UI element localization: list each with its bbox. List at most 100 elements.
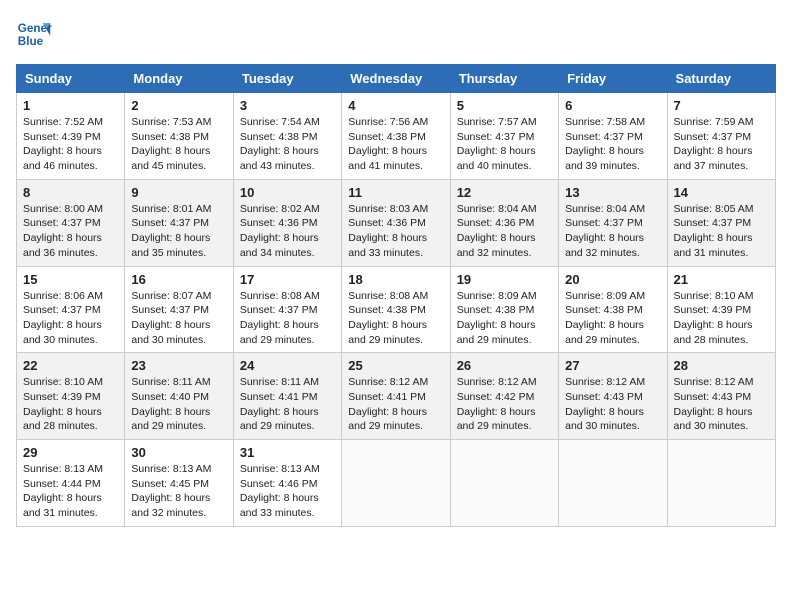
day-info: Sunrise: 8:13 AMSunset: 4:44 PMDaylight:…: [23, 462, 118, 521]
day-info: Sunrise: 8:06 AMSunset: 4:37 PMDaylight:…: [23, 289, 118, 348]
day-info: Sunrise: 8:08 AMSunset: 4:38 PMDaylight:…: [348, 289, 443, 348]
col-header-saturday: Saturday: [667, 65, 775, 93]
day-number: 13: [565, 185, 660, 200]
day-info: Sunrise: 7:59 AMSunset: 4:37 PMDaylight:…: [674, 115, 769, 174]
col-header-friday: Friday: [559, 65, 667, 93]
day-cell-27: 27Sunrise: 8:12 AMSunset: 4:43 PMDayligh…: [559, 353, 667, 440]
day-cell-23: 23 Sunrise: 8:11 AMSunset: 4:40 PMDayligh…: [125, 353, 233, 440]
day-info: Sunrise: 7:52 AMSunset: 4:39 PMDaylight:…: [23, 115, 118, 174]
day-cell-9: 9 Sunrise: 8:01 AMSunset: 4:37 PMDaylight…: [125, 179, 233, 266]
day-cell-28: 28 Sunrise: 8:12 AMSunset: 4:43 PMDayligh…: [667, 353, 775, 440]
day-info: Sunrise: 8:11 AMSunset: 4:40 PMDaylight:…: [131, 375, 226, 434]
day-cell-30: 30 Sunrise: 8:13 AMSunset: 4:45 PMDayligh…: [125, 440, 233, 527]
day-info: Sunrise: 8:04 AMSunset: 4:36 PMDaylight:…: [457, 202, 552, 261]
day-info: Sunrise: 8:13 AMSunset: 4:46 PMDaylight:…: [240, 462, 335, 521]
day-info: Sunrise: 7:53 AMSunset: 4:38 PMDaylight:…: [131, 115, 226, 174]
day-cell-10: 10 Sunrise: 8:02 AMSunset: 4:36 PMDayligh…: [233, 179, 341, 266]
day-cell-22: 22Sunrise: 8:10 AMSunset: 4:39 PMDayligh…: [17, 353, 125, 440]
day-number: 2: [131, 98, 226, 113]
day-number: 8: [23, 185, 118, 200]
day-cell-17: 17 Sunrise: 8:08 AMSunset: 4:37 PMDayligh…: [233, 266, 341, 353]
day-number: 29: [23, 445, 118, 460]
day-cell-16: 16Sunrise: 8:07 AMSunset: 4:37 PMDayligh…: [125, 266, 233, 353]
calendar-week-4: 22Sunrise: 8:10 AMSunset: 4:39 PMDayligh…: [17, 353, 776, 440]
day-cell-13: 13 Sunrise: 8:04 AMSunset: 4:37 PMDayligh…: [559, 179, 667, 266]
day-number: 4: [348, 98, 443, 113]
day-number: 5: [457, 98, 552, 113]
col-header-wednesday: Wednesday: [342, 65, 450, 93]
day-cell-21: 21 Sunrise: 8:10 AMSunset: 4:39 PMDayligh…: [667, 266, 775, 353]
calendar-week-1: 1 Sunrise: 7:52 AMSunset: 4:39 PMDaylight…: [17, 93, 776, 180]
col-header-sunday: Sunday: [17, 65, 125, 93]
day-info: Sunrise: 8:04 AMSunset: 4:37 PMDaylight:…: [565, 202, 660, 261]
day-info: Sunrise: 8:11 AMSunset: 4:41 PMDaylight:…: [240, 375, 335, 434]
day-number: 15: [23, 272, 118, 287]
day-info: Sunrise: 8:13 AMSunset: 4:45 PMDaylight:…: [131, 462, 226, 521]
day-number: 26: [457, 358, 552, 373]
day-cell-19: 19Sunrise: 8:09 AMSunset: 4:38 PMDayligh…: [450, 266, 558, 353]
day-number: 24: [240, 358, 335, 373]
day-number: 22: [23, 358, 118, 373]
day-info: Sunrise: 8:08 AMSunset: 4:37 PMDaylight:…: [240, 289, 335, 348]
day-cell-5: 5 Sunrise: 7:57 AMSunset: 4:37 PMDaylight…: [450, 93, 558, 180]
day-cell-31: 31 Sunrise: 8:13 AMSunset: 4:46 PMDayligh…: [233, 440, 341, 527]
col-header-tuesday: Tuesday: [233, 65, 341, 93]
day-info: Sunrise: 8:10 AMSunset: 4:39 PMDaylight:…: [674, 289, 769, 348]
page-header: General Blue: [16, 16, 776, 52]
day-number: 17: [240, 272, 335, 287]
day-cell-7: 7 Sunrise: 7:59 AMSunset: 4:37 PMDaylight…: [667, 93, 775, 180]
day-info: Sunrise: 8:02 AMSunset: 4:36 PMDaylight:…: [240, 202, 335, 261]
calendar-table: SundayMondayTuesdayWednesdayThursdayFrid…: [16, 64, 776, 527]
day-info: Sunrise: 8:07 AMSunset: 4:37 PMDaylight:…: [131, 289, 226, 348]
logo: General Blue: [16, 16, 56, 52]
empty-cell: [559, 440, 667, 527]
day-cell-12: 12 Sunrise: 8:04 AMSunset: 4:36 PMDayligh…: [450, 179, 558, 266]
day-number: 18: [348, 272, 443, 287]
day-number: 21: [674, 272, 769, 287]
day-cell-29: 29 Sunrise: 8:13 AMSunset: 4:44 PMDayligh…: [17, 440, 125, 527]
day-number: 19: [457, 272, 552, 287]
day-info: Sunrise: 7:58 AMSunset: 4:37 PMDaylight:…: [565, 115, 660, 174]
day-number: 7: [674, 98, 769, 113]
day-number: 28: [674, 358, 769, 373]
day-number: 10: [240, 185, 335, 200]
day-cell-2: 2 Sunrise: 7:53 AMSunset: 4:38 PMDaylight…: [125, 93, 233, 180]
day-number: 9: [131, 185, 226, 200]
day-number: 25: [348, 358, 443, 373]
day-number: 1: [23, 98, 118, 113]
calendar-week-5: 29 Sunrise: 8:13 AMSunset: 4:44 PMDayligh…: [17, 440, 776, 527]
empty-cell: [342, 440, 450, 527]
day-info: Sunrise: 8:00 AMSunset: 4:37 PMDaylight:…: [23, 202, 118, 261]
day-info: Sunrise: 8:01 AMSunset: 4:37 PMDaylight:…: [131, 202, 226, 261]
day-info: Sunrise: 8:05 AMSunset: 4:37 PMDaylight:…: [674, 202, 769, 261]
day-number: 31: [240, 445, 335, 460]
day-number: 14: [674, 185, 769, 200]
day-number: 20: [565, 272, 660, 287]
day-cell-6: 6 Sunrise: 7:58 AMSunset: 4:37 PMDaylight…: [559, 93, 667, 180]
empty-cell: [667, 440, 775, 527]
svg-text:Blue: Blue: [18, 35, 44, 48]
calendar-week-3: 15 Sunrise: 8:06 AMSunset: 4:37 PMDayligh…: [17, 266, 776, 353]
day-cell-18: 18 Sunrise: 8:08 AMSunset: 4:38 PMDayligh…: [342, 266, 450, 353]
day-number: 30: [131, 445, 226, 460]
day-info: Sunrise: 8:12 AMSunset: 4:41 PMDaylight:…: [348, 375, 443, 434]
day-cell-15: 15 Sunrise: 8:06 AMSunset: 4:37 PMDayligh…: [17, 266, 125, 353]
day-cell-20: 20 Sunrise: 8:09 AMSunset: 4:38 PMDayligh…: [559, 266, 667, 353]
day-info: Sunrise: 7:54 AMSunset: 4:38 PMDaylight:…: [240, 115, 335, 174]
day-number: 23: [131, 358, 226, 373]
day-number: 3: [240, 98, 335, 113]
day-info: Sunrise: 8:12 AMSunset: 4:43 PMDaylight:…: [674, 375, 769, 434]
day-cell-3: 3 Sunrise: 7:54 AMSunset: 4:38 PMDaylight…: [233, 93, 341, 180]
day-number: 27: [565, 358, 660, 373]
empty-cell: [450, 440, 558, 527]
day-cell-11: 11Sunrise: 8:03 AMSunset: 4:36 PMDayligh…: [342, 179, 450, 266]
day-cell-24: 24 Sunrise: 8:11 AMSunset: 4:41 PMDayligh…: [233, 353, 341, 440]
day-number: 12: [457, 185, 552, 200]
day-info: Sunrise: 8:12 AMSunset: 4:42 PMDaylight:…: [457, 375, 552, 434]
col-header-thursday: Thursday: [450, 65, 558, 93]
day-info: Sunrise: 8:09 AMSunset: 4:38 PMDaylight:…: [565, 289, 660, 348]
day-cell-26: 26 Sunrise: 8:12 AMSunset: 4:42 PMDayligh…: [450, 353, 558, 440]
day-number: 6: [565, 98, 660, 113]
day-cell-4: 4Sunrise: 7:56 AMSunset: 4:38 PMDaylight…: [342, 93, 450, 180]
day-info: Sunrise: 7:57 AMSunset: 4:37 PMDaylight:…: [457, 115, 552, 174]
